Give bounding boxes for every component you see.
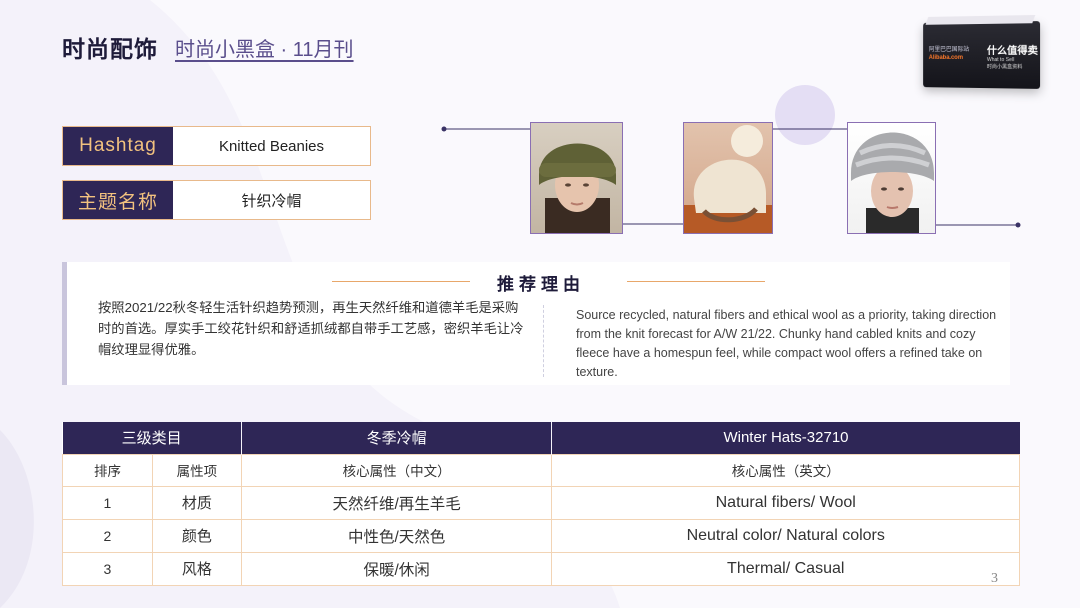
row-attribute: 颜色 [151, 518, 242, 553]
recommendation-panel: 推荐理由 按照2021/22秋冬轻生活针织趋势预测，再生天然纤维和道德羊毛是采购… [62, 262, 1010, 385]
recommendation-text-en: Source recycled, natural fibers and ethi… [576, 308, 997, 379]
row-value-cn: 天然纤维/再生羊毛 [240, 485, 553, 520]
brand-logo: 阿里巴巴国际站 Alibaba.com 什么值得卖 What to Sell 时… [923, 14, 1041, 89]
beanie-photo-2 [683, 122, 773, 234]
attribute-table: 三级类目 冬季冷帽 Winter Hats-32710 排序 属性项 核心属性（… [62, 422, 1020, 586]
page-title: 时尚配饰 [62, 36, 158, 62]
theme-name-row: 主题名称 针织冷帽 [62, 180, 371, 220]
row-value-en: Thermal/ Casual [551, 551, 1020, 586]
theme-name-label: 主题名称 [63, 181, 173, 219]
olive-beanie-model-image [539, 143, 616, 233]
table-row: 3 风格 保暖/休闲 Thermal/ Casual [62, 551, 1020, 586]
title-rule-right [627, 281, 765, 282]
logo-box-lid [925, 14, 1036, 25]
beanie-photo-3 [847, 122, 936, 234]
logo-subtitle-cn: 时尚小黑盒资料 [986, 64, 1023, 71]
row-value-cn: 中性色/天然色 [240, 518, 553, 553]
grey-chunky-beanie-image [851, 132, 934, 233]
row-attribute: 风格 [151, 551, 242, 586]
theme-name-value: 针织冷帽 [241, 192, 302, 210]
subheader-core-en: 核心属性（英文） [551, 453, 1020, 487]
hashtag-label: Hashtag [63, 127, 173, 165]
table-row: 2 颜色 中性色/天然色 Neutral color/ Natural colo… [62, 518, 1020, 553]
cream-pompom-beanie-image [684, 125, 772, 233]
logo-left-cn: 阿里巴巴国际站 [928, 47, 970, 54]
table-subheader-row: 排序 属性项 核心属性（中文） 核心属性（英文） [62, 453, 1020, 487]
header-category-level: 三级类目 [62, 422, 242, 454]
hashtag-row: Hashtag Knitted Beanies [62, 126, 371, 166]
row-value-en: Neutral color/ Natural colors [551, 518, 1020, 553]
logo-right-text: 什么值得卖 What to Sell 时尚小黑盒资料 [987, 42, 1038, 72]
header-category-en: Winter Hats-32710 [551, 422, 1020, 454]
subheader-core-cn: 核心属性（中文） [240, 453, 553, 487]
beanie-photo-1 [530, 122, 623, 234]
subheader-order: 排序 [62, 453, 153, 487]
row-index: 3 [62, 551, 153, 586]
logo-title: 什么值得卖 [986, 45, 1038, 58]
page-number: 3 [991, 571, 998, 586]
text-divider [543, 305, 544, 377]
hashtag-value: Knitted Beanies [218, 137, 325, 155]
page-subtitle: 时尚小黑盒 · 11月刊 [175, 39, 354, 61]
header-category-cn: 冬季冷帽 [240, 422, 552, 454]
row-index: 1 [62, 485, 153, 520]
row-attribute: 材质 [151, 485, 242, 520]
row-value-cn: 保暖/休闲 [240, 551, 553, 586]
row-value-en: Natural fibers/ Wool [551, 485, 1020, 520]
subheader-attribute: 属性项 [151, 453, 242, 487]
row-index: 2 [62, 518, 153, 553]
table-header-row: 三级类目 冬季冷帽 Winter Hats-32710 [62, 422, 1020, 454]
table-row: 1 材质 天然纤维/再生羊毛 Natural fibers/ Wool [62, 485, 1020, 520]
logo-left-text: 阿里巴巴国际站 Alibaba.com [929, 46, 983, 62]
recommendation-text-cn: 按照2021/22秋冬轻生活针织趋势预测，再生天然纤维和道德羊毛是采购时的首选。… [98, 300, 524, 357]
logo-brand-name: Alibaba.com [928, 55, 963, 61]
recommendation-title: 推荐理由 [497, 275, 585, 294]
